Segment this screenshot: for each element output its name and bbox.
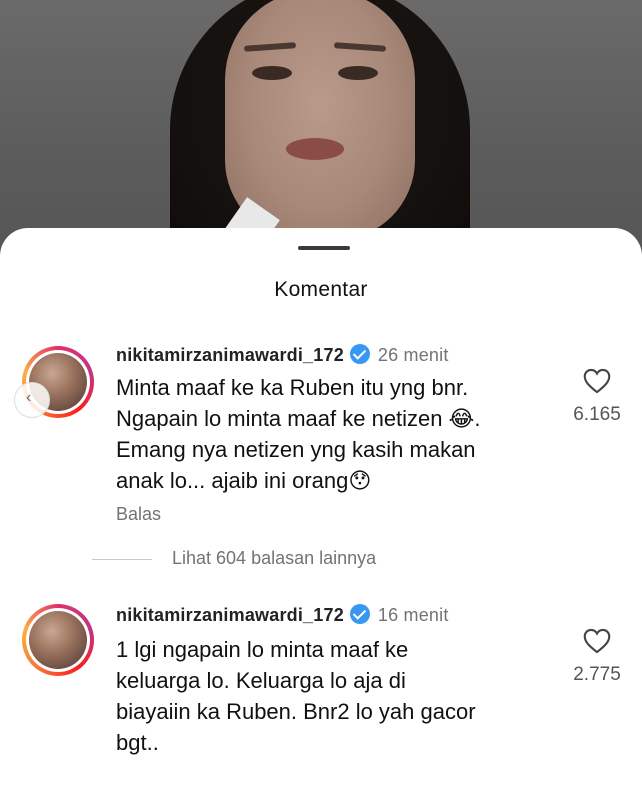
like-column: 6.165 [557, 368, 637, 426]
comment-username[interactable]: nikitamirzanimawardi_172 [116, 605, 344, 625]
avatar[interactable] [22, 604, 94, 676]
story-nav-icon[interactable]: ‹ [14, 382, 50, 418]
like-count: 2.775 [573, 664, 621, 685]
reply-button[interactable]: Balas [116, 504, 161, 525]
heart-icon[interactable] [583, 628, 611, 654]
comment-username[interactable]: nikitamirzanimawardi_172 [116, 345, 344, 365]
heart-icon[interactable] [583, 368, 611, 394]
sheet-title: Komentar [274, 278, 368, 301]
drag-handle[interactable] [298, 246, 350, 250]
view-more-replies-label[interactable]: Lihat 604 balasan lainnya [172, 548, 376, 569]
video-backdrop [0, 0, 642, 250]
like-count: 6.165 [573, 404, 621, 425]
comment-text: Minta maaf ke ka Ruben itu yng bnr. Ngap… [116, 375, 481, 493]
like-column: 2.775 [557, 628, 637, 686]
comment-text: 1 lgi ngapain lo minta maaf ke keluarga … [116, 637, 476, 755]
verified-badge-icon [349, 344, 370, 364]
divider [92, 559, 152, 560]
comment-time: 26 menit [377, 345, 449, 365]
comment-time: 16 menit [377, 605, 449, 625]
verified-badge-icon [349, 604, 370, 624]
